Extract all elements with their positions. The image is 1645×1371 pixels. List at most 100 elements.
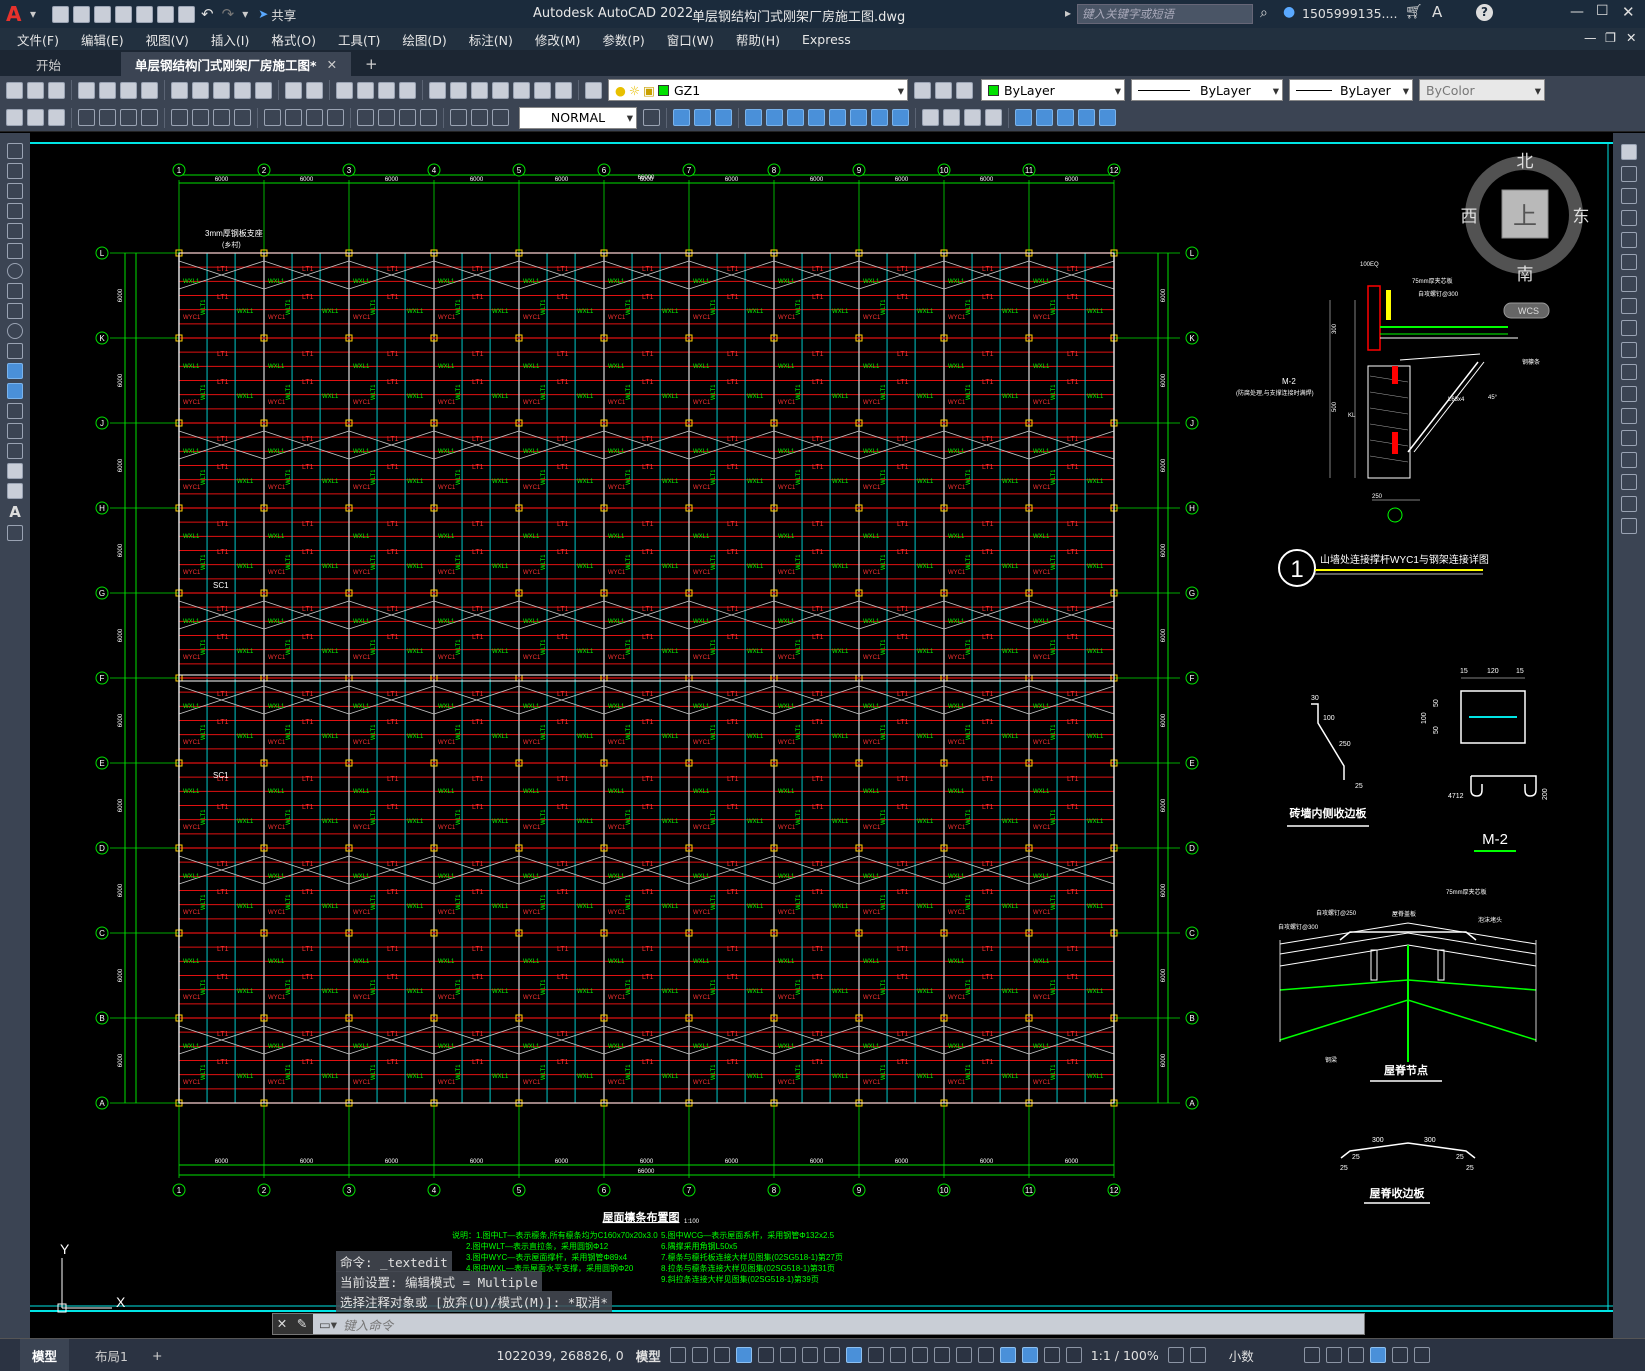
blend-icon[interactable] [1621,496,1637,512]
annotation-scale-icon[interactable] [1065,1347,1082,1363]
copy-faces-icon[interactable] [871,109,888,126]
new-tab-button[interactable]: + [351,52,392,76]
join-icon[interactable] [1621,430,1637,446]
ellipse-icon[interactable] [7,323,23,339]
paste-icon[interactable] [213,81,230,99]
color-faces-icon[interactable] [892,109,909,126]
dim-linear-icon[interactable] [78,109,95,126]
menu-file[interactable]: 文件(F) [6,30,70,49]
dim-baseline-icon[interactable] [285,109,302,126]
drawing-svg[interactable]: 6000 6000 6000 6000 6000 6000 6000 6000 6000 6000… [30,133,1613,1338]
polar-icon[interactable] [779,1347,796,1363]
dim-arc-icon[interactable] [120,109,137,126]
insert-block-left-icon[interactable] [7,363,23,379]
help-tb-icon[interactable] [555,81,572,99]
close-icon[interactable]: ✕ [1622,3,1635,21]
center-mark-icon[interactable] [378,109,395,126]
rectangle-icon[interactable] [7,223,23,239]
pan-icon[interactable] [336,81,353,99]
search-icon[interactable]: ⌕ [1260,5,1268,21]
extrude-faces-icon[interactable] [745,109,762,126]
save-as-icon[interactable] [115,5,133,23]
offset-faces-icon[interactable] [787,109,804,126]
cmd-close-icon[interactable]: ✕ [273,1314,291,1334]
break-at-point-icon[interactable] [1621,386,1637,402]
tab-drawing[interactable]: 单层钢结构门式刚架厂房施工图* ✕ [121,52,352,76]
tab-start[interactable]: 开始 [22,52,75,76]
undo-icon[interactable]: ↶ [201,5,214,23]
menu-insert[interactable]: 插入(I) [200,30,260,49]
polyline-icon[interactable] [7,183,23,199]
jogged-linear-icon[interactable] [420,109,437,126]
trim-icon[interactable] [1621,342,1637,358]
menu-help[interactable]: 帮助(H) [725,30,791,49]
erase-icon[interactable] [1621,144,1637,160]
grid-icon[interactable] [669,1347,686,1363]
plotstyle-dropdown[interactable]: ByColor [1419,79,1545,101]
units-value[interactable]: 小数 [1229,1346,1254,1365]
tab-close-icon[interactable]: ✕ [327,57,337,72]
osnap-icon[interactable] [845,1347,862,1363]
dim-diameter-icon[interactable] [213,109,230,126]
dynamic-input-icon[interactable] [735,1347,752,1363]
color-edges-icon[interactable] [1057,109,1074,126]
user-name[interactable]: 1505999135.... [1302,6,1397,21]
arc-icon[interactable] [7,243,23,259]
revcloud-icon[interactable] [7,283,23,299]
infer-icon[interactable] [713,1347,730,1363]
table-icon[interactable] [7,483,23,499]
fillet-icon[interactable] [1621,474,1637,490]
copy-object-icon[interactable] [1621,166,1637,182]
circle-icon[interactable] [7,263,23,279]
viewcube-west[interactable]: 西 [1461,207,1478,226]
stretch-icon[interactable] [1621,320,1637,336]
extend-icon[interactable] [1621,364,1637,380]
search-expand-icon[interactable]: ▸ [1065,6,1071,20]
coordinates[interactable]: 1022039, 268826, 0 [496,1348,623,1363]
solid-subtract-icon[interactable] [694,109,711,126]
scale-icon[interactable] [1621,298,1637,314]
dim-update-icon[interactable] [492,109,509,126]
snap-icon[interactable] [691,1347,708,1363]
dim-space-icon[interactable] [327,109,344,126]
open-file-icon[interactable] [27,81,44,99]
make-current-layer-icon[interactable] [914,81,931,99]
isolate-objects-icon[interactable] [1347,1347,1364,1363]
menu-tools[interactable]: 工具(T) [327,30,391,49]
save-icon[interactable] [94,5,112,23]
insert-block-icon[interactable] [6,109,23,126]
shell-icon[interactable] [985,109,1002,126]
calculator-icon[interactable] [534,81,551,99]
menu-draw[interactable]: 绘图(D) [391,30,457,49]
copy-icon[interactable] [192,81,209,99]
copy-edges-icon[interactable] [1036,109,1053,126]
add-layout-button[interactable]: + [140,1339,174,1371]
plot-preview-icon[interactable] [99,81,116,99]
tool-palettes-icon[interactable] [471,81,488,99]
menu-view[interactable]: 视图(V) [135,30,200,49]
dim-continue-icon[interactable] [306,109,323,126]
lock-ui-icon[interactable] [1325,1347,1342,1363]
search-input[interactable]: 键入关键字或短语 [1077,4,1253,24]
menu-format[interactable]: 格式(O) [260,30,327,49]
layer-dropdown[interactable]: ● ☼ ▣ GZ1 [608,79,908,101]
line-icon[interactable] [7,143,23,159]
transparency-icon[interactable] [889,1347,906,1363]
help-icon[interactable]: ? [1476,4,1493,21]
dim-radius-icon[interactable] [171,109,188,126]
maximize-icon[interactable]: ☐ [1596,3,1609,19]
cut-icon[interactable] [171,81,188,99]
dim-style-icon[interactable] [643,109,660,126]
gizmo-icon[interactable] [999,1347,1016,1363]
wblock-icon[interactable] [48,109,65,126]
layer-previous-icon[interactable] [935,81,952,99]
workspace-icon[interactable] [1167,1347,1184,1363]
mtext-icon[interactable]: A [9,503,21,521]
cmd-recent-icon[interactable]: ▭▾ [319,1317,337,1332]
command-input[interactable]: 键入命令 [343,1315,393,1334]
minimize-icon[interactable]: — [1570,4,1584,20]
explode-icon[interactable] [1621,518,1637,534]
dim-ordinate-icon[interactable] [141,109,158,126]
menu-dimension[interactable]: 标注(N) [458,30,524,49]
menu-express[interactable]: Express [791,32,862,47]
